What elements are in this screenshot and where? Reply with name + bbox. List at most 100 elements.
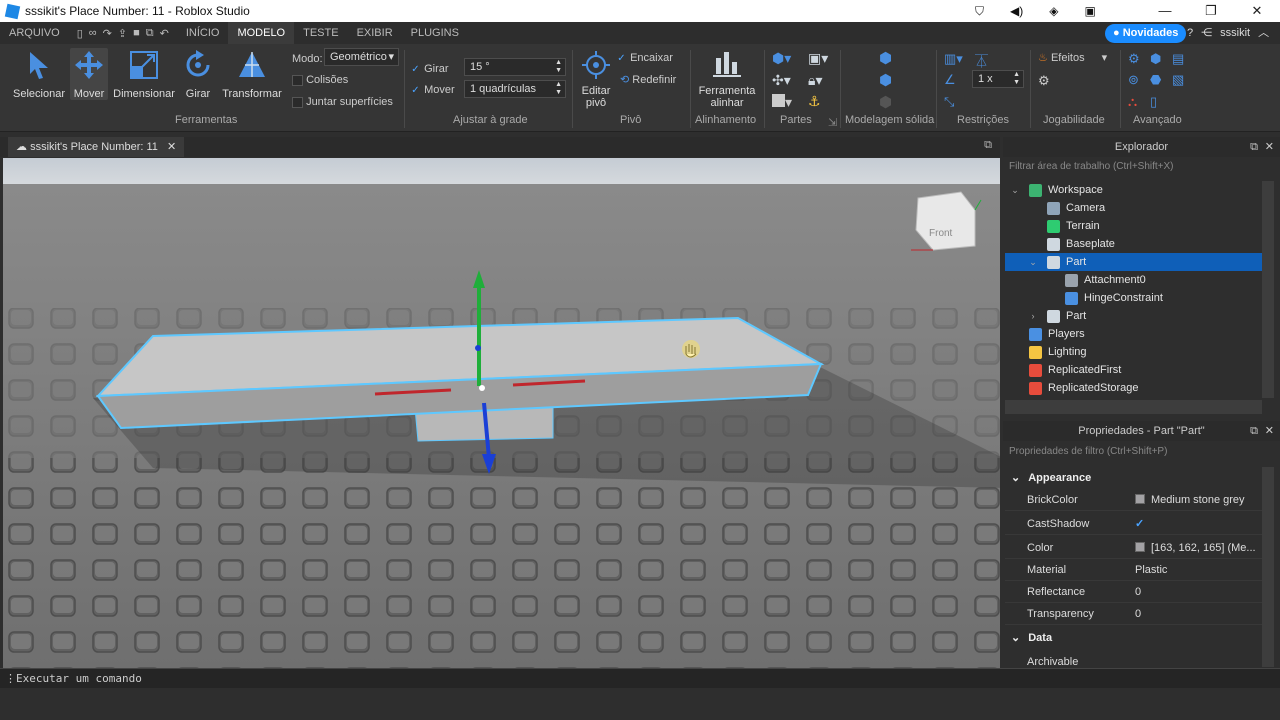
surface-icon[interactable]: ▣▾ [808,50,828,67]
rotate-snap-checkbox[interactable]: ✓ Girar [410,63,448,75]
tab-arquivo[interactable]: ARQUIVO [0,22,69,44]
tree-item-baseplate[interactable]: Baseplate [1005,235,1262,253]
new-file-icon[interactable]: ▯ [77,27,83,40]
property-value[interactable]: ✓ [1135,513,1144,535]
volume-icon[interactable]: ◀) [1010,0,1023,22]
property-row-material[interactable]: Material Plastic [1005,559,1262,581]
spinner-icon[interactable]: ▲ ▼ [555,59,562,75]
union-icon[interactable]: ⬢ [879,49,892,67]
spinner-icon[interactable]: ▲ ▼ [555,81,562,97]
tab-modelo[interactable]: MODELO [228,22,295,44]
chevron-down-icon[interactable]: ⌄ [1028,253,1038,271]
tree-item-camera[interactable]: Camera [1005,199,1262,217]
effects-dropdown[interactable]: ♨ Efeitos ▾ [1038,51,1107,64]
property-row-transparency[interactable]: Transparency 0 [1005,603,1262,625]
properties-scrollbar[interactable] [1262,467,1274,667]
close-tab-icon[interactable]: ✕ [167,141,176,153]
group-icon[interactable]: ✣▾ [772,72,791,89]
close-button[interactable]: ✕ [1234,0,1280,22]
close-icon[interactable]: ✕ [1265,421,1274,441]
undock-icon[interactable]: ⧉ [1250,421,1258,441]
3d-viewport[interactable]: Front [3,158,1000,668]
shield-icon[interactable]: ⛉ [975,0,984,22]
tree-item-part[interactable]: ⌄ Part [1005,253,1262,271]
tab-inicio[interactable]: INÍCIO [177,22,229,44]
move-snap-input[interactable]: 1 quadrículas ▲ ▼ [464,80,566,98]
publish-icon[interactable]: ⇪ [118,27,127,40]
reset-button[interactable]: ⟲ Redefinir [620,73,676,86]
separate-icon[interactable]: ⬢ [879,93,892,111]
move-snap-checkbox[interactable]: ✓ Mover [410,84,454,96]
tree-item-terrain[interactable]: Terrain [1005,217,1262,235]
join-surfaces-checkbox[interactable]: Juntar superfícies [292,96,393,108]
diamond-icon[interactable]: ◈ [1049,0,1058,22]
command-bar-input[interactable]: ⋮ Executar um comando [0,668,1280,688]
binoculars-icon[interactable]: ∞ [89,27,97,40]
tab-plugins[interactable]: PLUGINS [402,22,468,44]
property-value[interactable]: Plastic [1135,559,1167,581]
stop-icon[interactable]: ■ [133,27,140,40]
tag-icon[interactable]: ⊚ [1128,72,1139,88]
property-value[interactable]: [163, 162, 165] (Me... [1135,537,1256,559]
negate-icon[interactable]: ⬢ [879,71,892,89]
property-value[interactable]: 0 [1135,603,1141,625]
script-icon[interactable]: ▤ [1172,51,1184,67]
document-icon[interactable]: ▯ [1150,94,1157,110]
tree-item-replicatedstorage[interactable]: ReplicatedStorage [1005,379,1262,397]
property-row-brickcolor[interactable]: BrickColor Medium stone grey [1005,489,1262,511]
axis-icon[interactable]: ∠ [944,72,956,88]
property-row-castshadow[interactable]: CastShadow ✓ [1005,513,1262,535]
copy-icon[interactable]: ⧉ [146,27,154,40]
maximize-button[interactable]: ❐ [1188,0,1234,22]
document-tab[interactable]: ☁ sssikit's Place Number: 11 ✕ [8,137,185,157]
lock-icon[interactable]: 🔒︎▾ [808,72,822,89]
novidades-button[interactable]: ● Novidades [1105,24,1187,43]
edit-pivot-button[interactable]: Editar pivô [578,48,614,109]
mode-dropdown[interactable]: Geométrico ▾ [324,48,399,66]
undock-icon[interactable]: ⧉ [1250,137,1258,157]
properties-filter-input[interactable]: Propriedades de filtro (Ctrl+Shift+P) [1005,443,1275,460]
scale-button[interactable]: Dimensionar [112,48,176,100]
share-icon[interactable]: ⋲ [1201,22,1212,44]
move-tool-button[interactable]: Mover [70,48,108,100]
tree-item-hingeconstraint[interactable]: HingeConstraint [1005,289,1262,307]
tree-item-lighting[interactable]: Lighting [1005,343,1262,361]
category-appearance[interactable]: ⌄ Appearance [1005,467,1262,489]
tab-exibir[interactable]: EXIBIR [348,22,402,44]
tab-teste[interactable]: TESTE [294,22,347,44]
select-button[interactable]: Selecionar [10,48,68,100]
spinner-icon[interactable]: ▲ ▼ [1013,71,1020,87]
explorer-filter-input[interactable]: Filtrar área de trabalho (Ctrl+Shift+X) [1005,158,1275,175]
snap-checkbox[interactable]: ✓ Encaixar [616,52,673,64]
property-row-color[interactable]: Color [163, 162, 165] (Me... [1005,537,1262,559]
expand-icon[interactable]: ⇲ [828,116,837,129]
chevron-right-icon[interactable]: › [1028,307,1038,325]
rotate-button[interactable]: Girar [180,48,216,100]
fullscreen-icon[interactable]: ⧉ [984,139,992,152]
collisions-checkbox[interactable]: Colisões [292,74,348,86]
collapse-icon[interactable]: ︿ [1258,22,1269,44]
minimize-button[interactable]: — [1142,0,1188,22]
rotate-snap-input[interactable]: 15 ° ▲ ▼ [464,58,566,76]
tree-item-attachment0[interactable]: Attachment0 [1005,271,1262,289]
part-icon[interactable]: ⬢▾ [772,50,791,67]
nodes-icon[interactable]: ⛬ [1128,94,1137,110]
scene-svg[interactable]: Front [3,158,1000,668]
explorer-h-scrollbar[interactable] [1005,400,1262,414]
category-data[interactable]: ⌄ Data [1005,627,1262,649]
anchor-icon[interactable]: ⚓︎ [808,93,821,110]
help-icon[interactable]: ? [1187,22,1193,44]
color-swatch-icon[interactable]: ▾ [772,94,792,111]
username[interactable]: sssikit [1220,22,1250,44]
property-value[interactable]: Medium stone grey [1135,489,1245,511]
weld-icon[interactable]: ⏄ [975,51,988,70]
constraint-icon[interactable]: ▥▾ [944,51,963,67]
property-row-archivable[interactable]: Archivable [1005,651,1262,667]
module-icon[interactable]: ▧ [1172,72,1184,88]
property-row-reflectance[interactable]: Reflectance 0 [1005,581,1262,603]
pivot-point[interactable] [479,385,485,391]
chevron-down-icon[interactable]: ⌄ [1010,181,1020,199]
localscript-icon[interactable]: ⬣ [1150,72,1161,88]
align-tool-button[interactable]: Ferramenta alinhar [694,48,760,109]
collisions-box[interactable] [292,74,303,86]
